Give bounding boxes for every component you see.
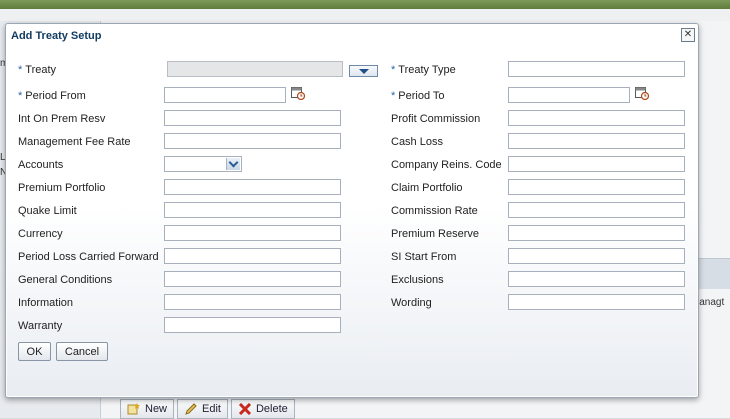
treaty-type-label: * Treaty Type — [391, 64, 456, 76]
treaty-field — [167, 61, 343, 77]
period-loss-carried-forward-label: Period Loss Carried Forward — [18, 251, 159, 263]
management-fee-rate-label: Management Fee Rate — [18, 136, 131, 148]
int-on-prem-resv-label: Int On Prem Resv — [18, 113, 106, 125]
currency-label: Currency — [18, 228, 63, 240]
management-fee-rate-field[interactable] — [164, 133, 341, 149]
cash-loss-label: Cash Loss — [391, 136, 443, 148]
bg-text-fragment: lanagt — [697, 297, 725, 308]
exclusions-field[interactable] — [508, 271, 685, 287]
general-conditions-label: General Conditions — [18, 274, 113, 286]
warranty-label: Warranty — [18, 320, 63, 332]
app-table-header — [697, 258, 730, 289]
new-label: New — [145, 403, 168, 415]
premium-reserve-field[interactable] — [508, 225, 685, 241]
profit-commission-field[interactable] — [508, 110, 685, 126]
edit-label: Edit — [202, 403, 221, 415]
period-to-label: * Period To — [391, 90, 445, 102]
exclusions-label: Exclusions — [391, 274, 444, 286]
calendar-icon[interactable] — [635, 86, 649, 100]
cash-loss-field[interactable] — [508, 133, 685, 149]
period-to-field[interactable] — [508, 87, 630, 103]
required-marker: * — [391, 90, 396, 102]
commission-rate-field[interactable] — [508, 202, 685, 218]
quake-limit-field[interactable] — [164, 202, 341, 218]
si-start-from-field[interactable] — [508, 248, 685, 264]
claim-portfolio-label: Claim Portfolio — [391, 182, 463, 194]
company-reins-code-label: Company Reins. Code — [391, 159, 502, 171]
dialog-body: * Treaty * Period From Int On Prem Resv Ma… — [7, 50, 697, 396]
currency-field[interactable] — [164, 225, 341, 241]
app-top-bar — [0, 0, 730, 9]
edit-button[interactable]: Edit — [177, 399, 228, 419]
cancel-button[interactable]: Cancel — [56, 342, 108, 361]
company-reins-code-field[interactable] — [508, 156, 685, 172]
period-loss-carried-forward-field[interactable] — [164, 248, 341, 264]
new-button[interactable]: New — [120, 399, 175, 419]
int-on-prem-resv-field[interactable] — [164, 110, 341, 126]
claim-portfolio-field[interactable] — [508, 179, 685, 195]
premium-portfolio-label: Premium Portfolio — [18, 182, 106, 194]
treaty-label: * Treaty — [18, 64, 57, 76]
quake-limit-label: Quake Limit — [18, 205, 77, 217]
calendar-icon[interactable] — [291, 86, 305, 100]
period-from-label: * Period From — [18, 90, 86, 102]
treaty-type-field[interactable] — [508, 61, 685, 77]
edit-icon — [185, 403, 197, 415]
accounts-select[interactable] — [164, 156, 242, 172]
chevron-down-icon — [358, 68, 369, 74]
required-marker: * — [391, 64, 396, 76]
required-marker: * — [18, 90, 23, 102]
new-icon — [127, 403, 140, 415]
chevron-down-icon — [226, 157, 240, 170]
dialog-title: Add Treaty Setup — [11, 30, 102, 42]
period-from-field[interactable] — [164, 87, 286, 103]
delete-button[interactable]: Delete — [230, 399, 295, 419]
premium-reserve-label: Premium Reserve — [391, 228, 480, 240]
wording-field[interactable] — [508, 294, 685, 310]
treaty-dropdown-button[interactable] — [349, 65, 378, 77]
warranty-field[interactable] — [164, 317, 341, 333]
premium-portfolio-field[interactable] — [164, 179, 341, 195]
general-conditions-field[interactable] — [164, 271, 341, 287]
ok-button[interactable]: OK — [18, 342, 51, 361]
app-toolbar: New Edit Delete — [120, 399, 295, 419]
wording-label: Wording — [391, 297, 432, 309]
delete-label: Delete — [255, 403, 288, 415]
profit-commission-label: Profit Commission — [391, 113, 481, 125]
si-start-from-label: SI Start From — [391, 251, 457, 263]
add-treaty-setup-dialog: Add Treaty Setup ✕ * Treaty * Period From … — [5, 23, 699, 398]
information-field[interactable] — [164, 294, 341, 310]
commission-rate-label: Commission Rate — [391, 205, 478, 217]
delete-icon — [238, 403, 252, 415]
required-marker: * — [18, 64, 23, 76]
close-icon[interactable]: ✕ — [681, 28, 695, 42]
accounts-label: Accounts — [18, 159, 64, 171]
information-label: Information — [18, 297, 74, 309]
